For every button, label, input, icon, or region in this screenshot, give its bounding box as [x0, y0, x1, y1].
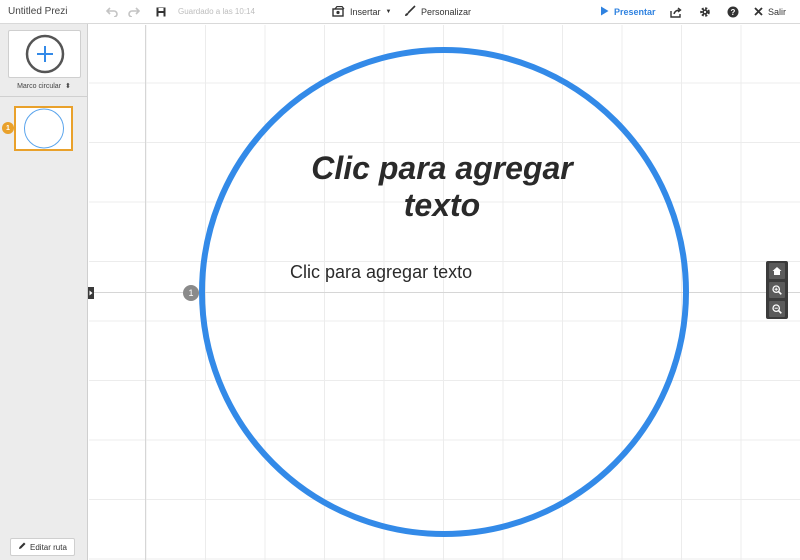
insert-menu[interactable]: Insertar ▼ [332, 4, 391, 20]
sort-arrows-icon: ⬍ [65, 83, 71, 90]
home-icon[interactable] [769, 263, 785, 279]
insert-icon [332, 5, 345, 19]
play-icon [600, 6, 609, 18]
frame-title-placeholder[interactable]: Clic para agregar texto [292, 150, 592, 224]
customize-label: Personalizar [421, 7, 472, 17]
customize-button[interactable]: Personalizar [404, 4, 471, 20]
frame-type-select[interactable]: Marco circular ⬍ [0, 82, 88, 90]
top-toolbar: Untitled Prezi Guardado a las 10:14 Inse… [0, 0, 800, 24]
present-button[interactable]: Presentar [600, 4, 656, 20]
frame-body-placeholder[interactable]: Clic para agregar texto [290, 262, 472, 283]
frame-type-label: Marco circular [17, 83, 62, 90]
sidebar-divider [0, 96, 88, 97]
edit-path-button[interactable]: Editar ruta [10, 538, 75, 556]
insert-label: Insertar [350, 7, 381, 17]
zoom-in-icon[interactable] [769, 282, 785, 298]
saved-status: Guardado a las 10:14 [178, 7, 255, 16]
chevron-down-icon: ▼ [385, 9, 392, 15]
sidebar: Marco circular ⬍ 1 Editar ruta [0, 24, 88, 560]
circular-frame[interactable] [199, 47, 689, 537]
chevron-right-icon [89, 290, 93, 296]
help-icon[interactable]: ? [725, 4, 741, 20]
add-frame-button[interactable] [8, 30, 81, 78]
sidebar-toggle-handle[interactable] [88, 287, 94, 299]
exit-button[interactable]: Salir [754, 4, 786, 20]
undo-icon[interactable] [104, 4, 120, 20]
present-label: Presentar [614, 7, 656, 17]
thumbnail-circle-preview [24, 108, 64, 149]
share-icon[interactable] [668, 4, 684, 20]
path-step-marker[interactable]: 1 [183, 285, 199, 301]
close-icon [754, 6, 763, 18]
slide-number-badge: 1 [2, 122, 14, 134]
pencil-icon [18, 542, 26, 552]
svg-text:?: ? [731, 8, 736, 17]
add-circle-icon [25, 34, 64, 74]
redo-icon[interactable] [126, 4, 142, 20]
zoom-controls [766, 261, 788, 319]
gear-icon[interactable] [697, 4, 713, 20]
slide-thumbnail[interactable] [14, 106, 73, 151]
exit-label: Salir [768, 7, 787, 17]
zoom-out-icon[interactable] [769, 301, 785, 317]
save-icon[interactable] [153, 4, 169, 20]
edit-path-label: Editar ruta [30, 542, 67, 552]
presentation-title[interactable]: Untitled Prezi [8, 6, 67, 17]
brush-icon [404, 5, 416, 19]
